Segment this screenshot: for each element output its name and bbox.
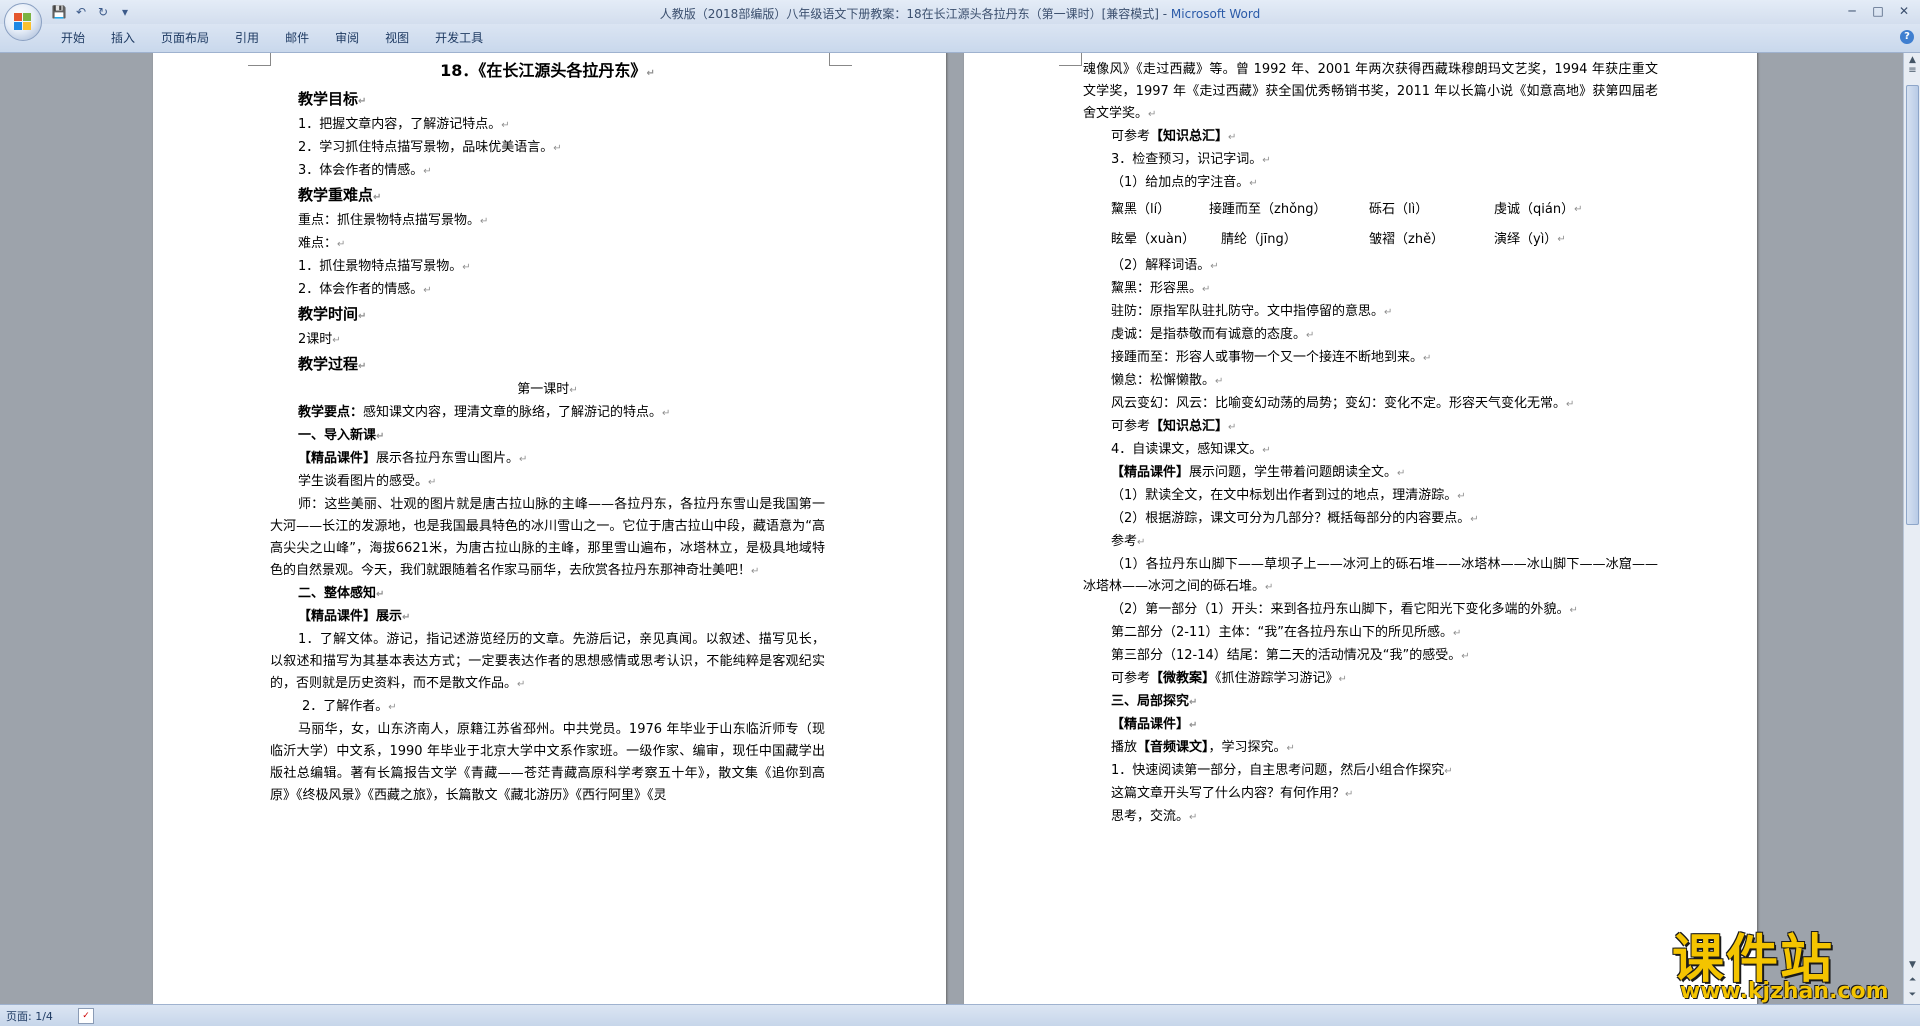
paragraph: 魂像风》《走过西藏》等。曾 1992 年、2001 年两次获得西藏珠穆朗玛文艺奖… xyxy=(1083,62,1658,121)
paragraph: 2课时↵ xyxy=(298,332,341,347)
document-area: 18．《在长江源头各拉丹东》↵ 教学目标↵ 1．把握文章内容，了解游记特点。↵ … xyxy=(0,53,1900,1004)
paragraph: 播放【音频课文】，学习探究。↵ xyxy=(1111,740,1295,755)
page-2-content[interactable]: 魂像风》《走过西藏》等。曾 1992 年、2001 年两次获得西藏珠穆朗玛文艺奖… xyxy=(1083,59,1658,829)
tab-review[interactable]: 审阅 xyxy=(322,30,372,46)
close-button[interactable]: ✕ xyxy=(1892,2,1916,20)
maximize-button[interactable]: □ xyxy=(1866,2,1890,20)
pinyin-item: 演绎（yì） xyxy=(1494,232,1558,247)
proofing-status-icon[interactable]: ✓ xyxy=(78,1008,94,1024)
ribbon: 开始 插入 页面布局 引用 邮件 审阅 视图 开发工具 ? xyxy=(0,24,1920,53)
paragraph: 驻防：原指军队驻扎防守。文中指停留的意思。↵ xyxy=(1111,304,1393,319)
paragraph: 参考↵ xyxy=(1111,534,1146,549)
tab-page-layout[interactable]: 页面布局 xyxy=(148,30,222,46)
pinyin-item: 黧黑（lí） xyxy=(1111,202,1171,217)
paragraph: 懒怠：松懈懒散。↵ xyxy=(1111,373,1224,388)
paragraph: 黧黑：形容黑。↵ xyxy=(1111,281,1211,296)
paragraph: 1．把握文章内容，了解游记特点。↵ xyxy=(298,117,510,132)
paragraph: 4．自读课文，感知课文。↵ xyxy=(1111,442,1271,457)
pinyin-item: 砾石（lì） xyxy=(1369,202,1429,217)
paragraph: （1）默读全文，在文中标划出作者到过的地点，理清游踪。↵ xyxy=(1111,488,1466,503)
subheading: 第一课时↵ xyxy=(517,382,578,397)
paragraph: 1．了解文体。游记，指记述游览经历的文章。先游后记，亲见真闻。以叙述、描写见长，… xyxy=(270,632,825,691)
title-bar: 💾 ↶ ↻ ▾ 人教版（2018部编版）八年级语文下册教案：18在长江源头各拉丹… xyxy=(0,0,1920,24)
paragraph: 第二部分（2-11）主体：“我”在各拉丹东山下的所见所感。↵ xyxy=(1111,625,1462,640)
paragraph: 3．体会作者的情感。↵ xyxy=(298,163,432,178)
section-heading: 教学目标↵ xyxy=(298,90,367,108)
paragraph: 接踵而至：形容人或事物一个又一个接连不断地到来。↵ xyxy=(1111,350,1432,365)
paragraph: 2．体会作者的情感。↵ xyxy=(298,282,432,297)
paragraph: 重点：抓住景物特点描写景物。↵ xyxy=(298,213,489,228)
view-ruler-icon[interactable]: ≡ xyxy=(1906,65,1919,79)
pinyin-item: 接踵而至（zhǒng） xyxy=(1209,202,1327,217)
paragraph: 教学要点：感知课文内容，理清文章的脉络，了解游记的特点。↵ xyxy=(298,405,671,420)
section-heading: 教学时间↵ xyxy=(298,305,367,323)
crop-mark xyxy=(1059,53,1082,66)
window-title: 人教版（2018部编版）八年级语文下册教案：18在长江源头各拉丹东（第一课时）[… xyxy=(0,5,1920,22)
document-title: 人教版（2018部编版）八年级语文下册教案：18在长江源头各拉丹东（第一课时）[… xyxy=(659,7,1171,21)
paragraph: （2）解释词语。↵ xyxy=(1111,258,1219,273)
tab-home[interactable]: 开始 xyxy=(48,30,98,46)
paragraph: （1）给加点的字注音。↵ xyxy=(1111,175,1258,190)
office-button[interactable] xyxy=(4,3,42,41)
tab-references[interactable]: 引用 xyxy=(222,30,272,46)
paragraph: 【精品课件】展示问题，学生带着问题朗读全文。↵ xyxy=(1111,465,1406,480)
paragraph: 师：这些美丽、壮观的图片就是唐古拉山脉的主峰——各拉丹东，各拉丹东雪山是我国第一… xyxy=(270,497,825,578)
paragraph: 3．检查预习，识记字词。↵ xyxy=(1111,152,1271,167)
vertical-scrollbar[interactable]: ▲ ≡ ▼ ⏶ ⏷ xyxy=(1903,53,1920,1004)
window-controls: ─ □ ✕ xyxy=(1840,2,1916,20)
crop-mark xyxy=(829,53,852,66)
section-heading: 一、导入新课↵ xyxy=(298,428,385,443)
scrollbar-thumb[interactable] xyxy=(1906,85,1919,525)
status-bar: 页面: 1/4 ✓ xyxy=(0,1004,1920,1026)
paragraph: 可参考【微教案】《抓住游踪学习游记》↵ xyxy=(1111,671,1347,686)
pinyin-item: 虔诚（qián） xyxy=(1494,202,1575,217)
paragraph: 马丽华，女，山东济南人，原籍江苏省邳州。中共党员。1976 年毕业于山东临沂师专… xyxy=(270,722,825,803)
tab-view[interactable]: 视图 xyxy=(372,30,422,46)
page-indicator[interactable]: 页面: 1/4 xyxy=(6,1008,53,1024)
paragraph: （1）各拉丹东山脚下——草坝子上——冰河上的砾石堆——冰塔林——冰山脚下——冰窟… xyxy=(1083,557,1658,594)
pinyin-item: 皱褶（zhě） xyxy=(1369,232,1445,247)
watermark-url: www.kjzhan.com xyxy=(1680,979,1889,1004)
paragraph: 【精品课件】展示各拉丹东雪山图片。↵ xyxy=(298,451,528,466)
section-heading: 教学重难点↵ xyxy=(298,186,382,204)
tab-mailings[interactable]: 邮件 xyxy=(272,30,322,46)
office-logo-icon xyxy=(14,13,32,31)
paragraph: 虔诚：是指恭敬而有诚意的态度。↵ xyxy=(1111,327,1315,342)
section-heading: 三、局部探究↵ xyxy=(1111,694,1198,709)
paragraph: 1．快速阅读第一部分，自主思考问题，然后小组合作探究↵ xyxy=(1111,763,1453,778)
tab-developer[interactable]: 开发工具 xyxy=(422,30,496,46)
document-heading: 18．《在长江源头各拉丹东》↵ xyxy=(440,61,655,80)
pinyin-row: 眩晕（xuàn） 腈纶（jīng） 皱褶（zhě） 演绎（yì） ↵ xyxy=(1083,225,1658,255)
page-2[interactable]: 魂像风》《走过西藏》等。曾 1992 年、2001 年两次获得西藏珠穆朗玛文艺奖… xyxy=(964,53,1757,1004)
site-watermark: 课件站 www.kjzhan.com xyxy=(1668,917,1918,1017)
section-heading: 教学过程↵ xyxy=(298,355,367,373)
paragraph: 【精品课件】展示↵ xyxy=(298,609,411,624)
paragraph: 风云变幻：风云：比喻变幻动荡的局势；变幻：变化不定。形容天气变化无常。↵ xyxy=(1111,396,1575,411)
tab-insert[interactable]: 插入 xyxy=(98,30,148,46)
paragraph: （2）第一部分（1）开头：来到各拉丹东山脚下，看它阳光下变化多端的外貌。↵ xyxy=(1111,602,1578,617)
paragraph: 2．了解作者。↵ xyxy=(302,699,397,714)
paragraph: 这篇文章开头写了什么内容？有何作用？↵ xyxy=(1111,786,1354,801)
paragraph: （2）根据游踪，课文可分为几部分？概括每部分的内容要点。↵ xyxy=(1111,511,1479,526)
pinyin-item: 眩晕（xuàn） xyxy=(1111,232,1196,247)
minimize-button[interactable]: ─ xyxy=(1840,2,1864,20)
pinyin-row: 黧黑（lí） 接踵而至（zhǒng） 砾石（lì） 虔诚（qián） ↵ xyxy=(1083,195,1658,225)
paragraph: 可参考【知识总汇】↵ xyxy=(1111,419,1237,434)
paragraph: 难点：↵ xyxy=(298,236,346,251)
paragraph: 2．学习抓住特点描写景物，品味优美语言。↵ xyxy=(298,140,562,155)
paragraph: 1．抓住景物特点描写景物。↵ xyxy=(298,259,471,274)
help-icon[interactable]: ? xyxy=(1900,30,1914,44)
ribbon-tabs: 开始 插入 页面布局 引用 邮件 审阅 视图 开发工具 xyxy=(48,30,496,46)
app-name: Microsoft Word xyxy=(1170,7,1261,21)
paragraph: 【精品课件】↵ xyxy=(1111,717,1198,732)
page-1-content[interactable]: 18．《在长江源头各拉丹东》↵ 教学目标↵ 1．把握文章内容，了解游记特点。↵ … xyxy=(270,58,825,807)
crop-mark xyxy=(248,53,271,66)
paragraph: 思考，交流。↵ xyxy=(1111,809,1198,824)
page-1[interactable]: 18．《在长江源头各拉丹东》↵ 教学目标↵ 1．把握文章内容，了解游记特点。↵ … xyxy=(153,53,946,1004)
paragraph: 可参考【知识总汇】↵ xyxy=(1111,129,1237,144)
section-heading: 二、整体感知↵ xyxy=(298,586,385,601)
paragraph: 学生谈看图片的感受。↵ xyxy=(298,474,437,489)
paragraph: 第三部分（12-14）结尾：第二天的活动情况及“我”的感受。↵ xyxy=(1111,648,1470,663)
pinyin-item: 腈纶（jīng） xyxy=(1221,232,1297,247)
